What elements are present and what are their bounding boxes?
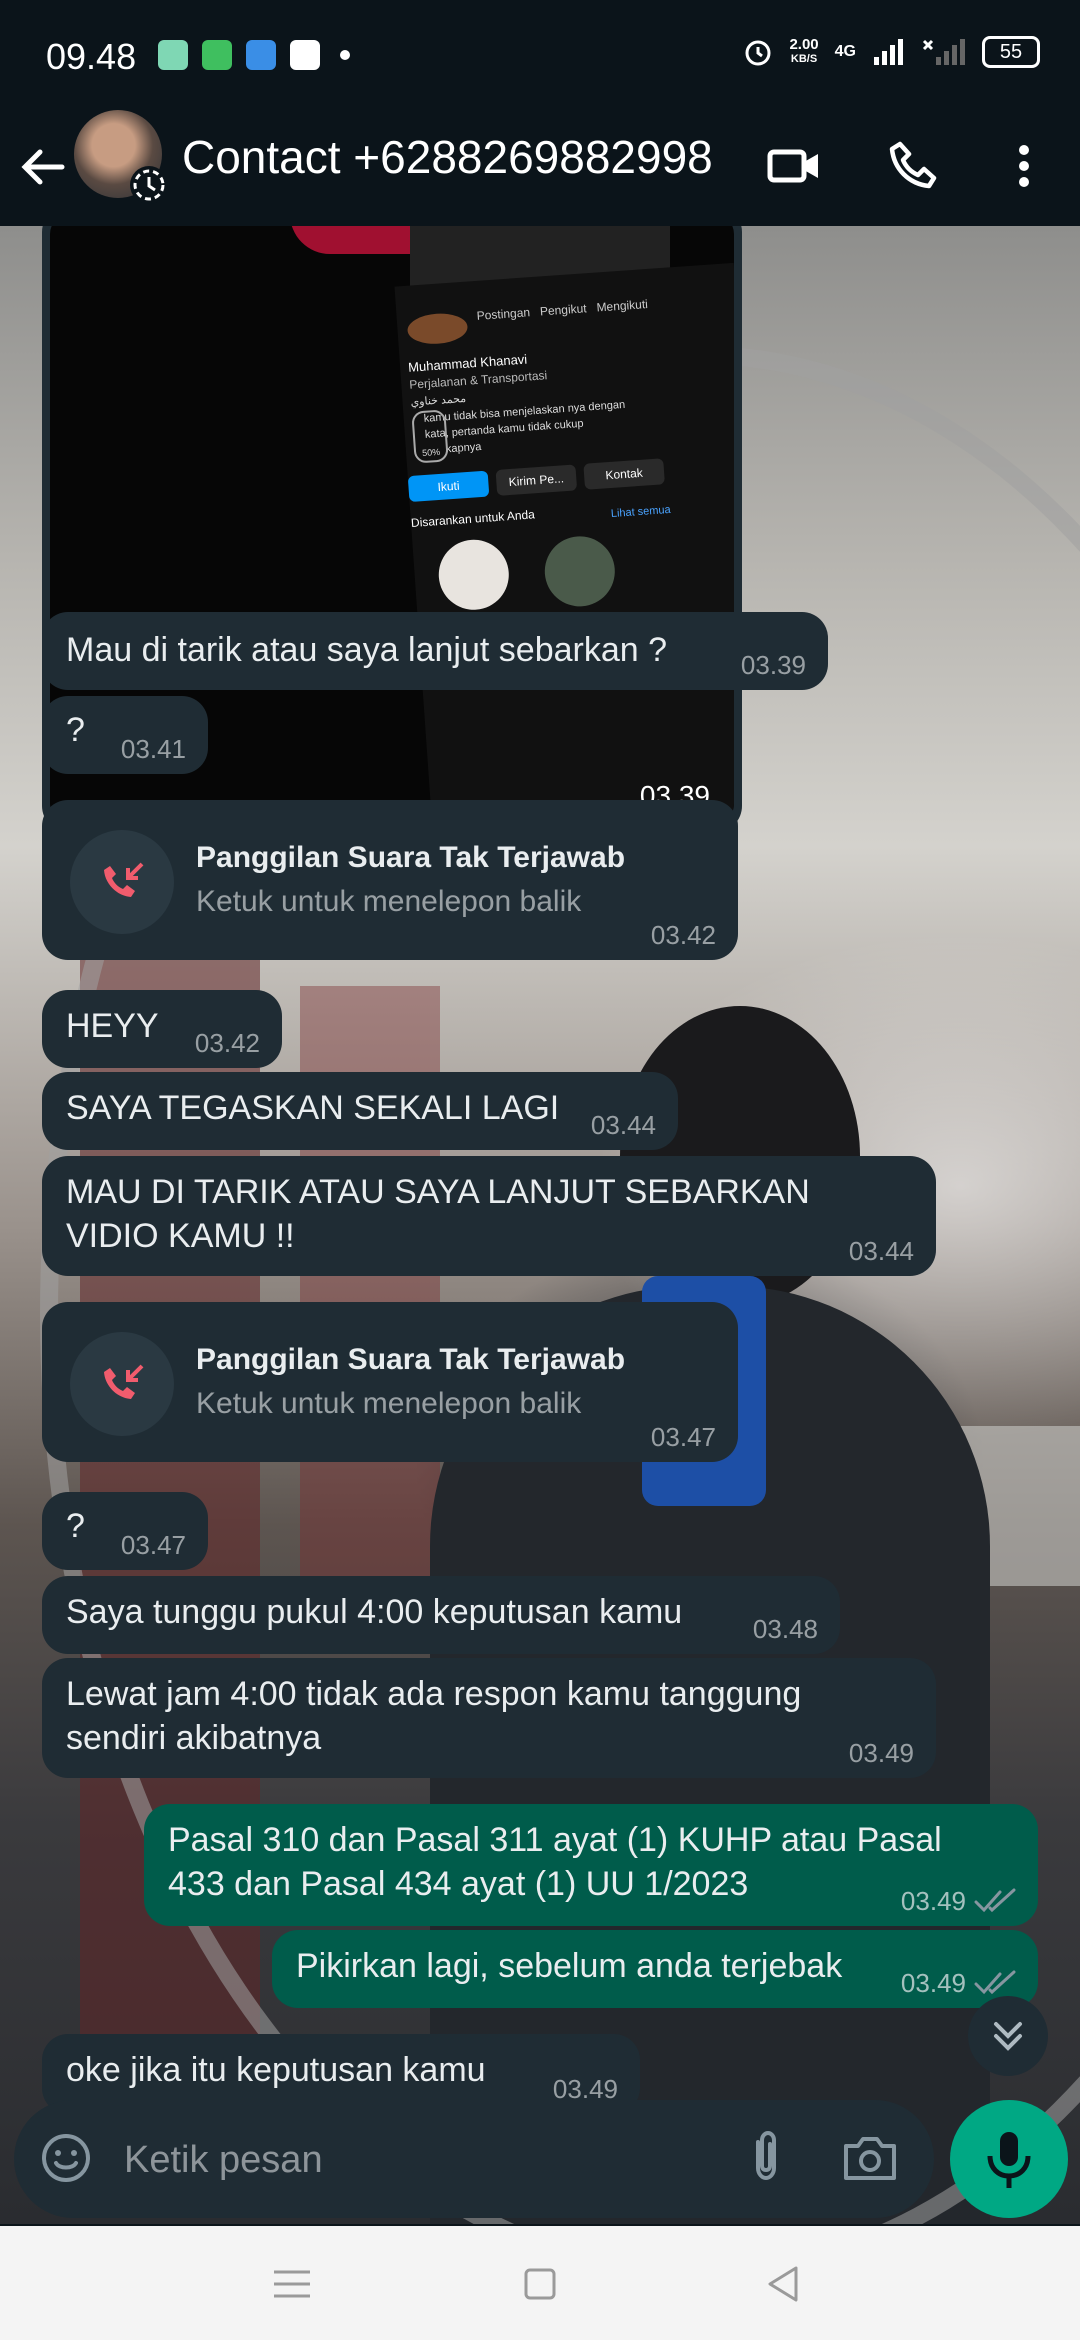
read-ticks-icon: [974, 1888, 1016, 1913]
message-text: SAYA TEGASKAN SEKALI LAGI: [66, 1089, 560, 1127]
status-time: 09.48: [46, 36, 137, 77]
chat-header: Contact +6288269882998: [0, 110, 1080, 226]
message-outgoing[interactable]: Pikirkan lagi, sebelum anda terjebak 03.…: [272, 1930, 1038, 2008]
message-outgoing[interactable]: Pasal 310 dan Pasal 311 ayat (1) KUHP at…: [144, 1804, 1038, 1926]
download-app-notification-icon: [202, 40, 232, 70]
message-time: 03.44: [590, 1110, 656, 1140]
system-navigation-bar: [0, 2226, 1080, 2340]
alarm-icon: [745, 40, 771, 66]
message-text: oke jika itu keputusan kamu: [66, 2051, 486, 2089]
message-incoming[interactable]: Mau di tarik atau saya lanjut sebarkan ?…: [42, 612, 828, 690]
contact-title[interactable]: Contact +6288269882998: [182, 130, 713, 184]
status-right-group: 2.00 KB/S 4G 55: [743, 36, 1040, 68]
missed-call-title: Panggilan Suara Tak Terjawab: [196, 1343, 626, 1376]
screenshot-contact-button: Kontak: [583, 458, 665, 490]
chevron-double-down-icon: [994, 2022, 1022, 2051]
more-notifications-dot-icon: [340, 50, 350, 60]
status-ring-icon: [130, 166, 168, 204]
screenshot-stats: Postingan Pengikut Mengikuti: [476, 297, 648, 323]
missed-call-message[interactable]: Panggilan Suara Tak Terjawab Ketuk untuk…: [42, 800, 738, 960]
screenshot-stat-following: Mengikuti: [596, 296, 649, 315]
network-speed-value: 2.00: [789, 36, 819, 53]
message-time: 03.49: [848, 1738, 914, 1768]
video-call-icon[interactable]: [764, 136, 824, 196]
screenshot-progress: 50%: [411, 409, 449, 464]
message-input[interactable]: [122, 2130, 686, 2190]
recents-menu-icon[interactable]: [270, 2262, 314, 2306]
camera-icon[interactable]: [840, 2130, 900, 2186]
message-text: Mau di tarik atau saya lanjut sebarkan ?: [66, 631, 668, 669]
emoji-icon[interactable]: [38, 2130, 94, 2186]
message-text: Lewat jam 4:00 tidak ada respon kamu tan…: [66, 1675, 802, 1757]
signal-sim2-icon: [922, 39, 965, 65]
message-incoming[interactable]: MAU DI TARIK ATAU SAYA LANJUT SEBARKAN V…: [42, 1156, 936, 1276]
message-time: 03.39: [740, 650, 806, 680]
signal-icon: [874, 39, 903, 65]
message-time: 03.48: [752, 1614, 818, 1644]
microphone-button[interactable]: [950, 2100, 1068, 2218]
phone-icon[interactable]: [884, 136, 944, 196]
battery-indicator: 55: [982, 36, 1040, 68]
screenshot-profile-name-local: محمد خناوي: [410, 392, 467, 409]
back-triangle-icon[interactable]: [762, 2262, 806, 2306]
missed-call-message[interactable]: Panggilan Suara Tak Terjawab Ketuk untuk…: [42, 1302, 738, 1462]
screenshot-stat-posts: Postingan: [476, 305, 531, 323]
screenshot-suggested: Disarankan untuk Anda: [410, 507, 536, 530]
message-time: 03.49: [900, 1886, 966, 1916]
network-speed: 2.00 KB/S: [789, 37, 818, 67]
home-icon[interactable]: [518, 2262, 562, 2306]
screenshot-suggestion-avatar-2: [542, 533, 618, 609]
microphone-icon: [987, 2132, 1031, 2188]
message-text: Pasal 310 dan Pasal 311 ayat (1) KUHP at…: [168, 1821, 942, 1903]
message-incoming[interactable]: SAYA TEGASKAN SEKALI LAGI 03.44: [42, 1072, 678, 1150]
screenshot-suggestion-avatar-1: [436, 537, 512, 613]
message-incoming[interactable]: HEYY 03.42: [42, 990, 282, 1068]
arrow-left-icon[interactable]: [18, 142, 68, 192]
missed-call-subtitle: Ketuk untuk menelepon balik: [196, 885, 582, 918]
message-time: 03.49: [900, 1968, 966, 1998]
screenshot-stat-followers: Pengikut: [539, 301, 588, 319]
message-incoming[interactable]: Lewat jam 4:00 tidak ada respon kamu tan…: [42, 1658, 936, 1778]
missed-call-title: Panggilan Suara Tak Terjawab: [196, 841, 626, 874]
missed-call-icon: [70, 1332, 174, 1436]
screenshot-phone-screen: Postingan Pengikut Mengikuti Muhammad Kh…: [394, 262, 734, 824]
message-text: MAU DI TARIK ATAU SAYA LANJUT SEBARKAN V…: [66, 1173, 810, 1255]
read-ticks-icon: [974, 1970, 1016, 1995]
paperclip-icon[interactable]: [736, 2128, 796, 2188]
screenshot-follow-button: Ikuti: [407, 470, 490, 503]
message-time: 03.42: [650, 920, 716, 950]
browser-app-notification-icon: [246, 40, 276, 70]
message-text: Saya tunggu pukul 4:00 keputusan kamu: [66, 1593, 683, 1631]
status-bar: 09.48 2.00 KB/S 4G 55: [0, 0, 1080, 110]
screenshot-message-button: Kirim Pe...: [495, 464, 578, 496]
message-time: 03.47: [120, 1530, 186, 1560]
notification-icons: [158, 40, 350, 70]
screenshot-avatar: [406, 311, 469, 346]
screenshot-see-all: Lihat semua: [610, 503, 672, 521]
message-incoming[interactable]: ? 03.47: [42, 1492, 208, 1570]
message-time: 03.42: [194, 1028, 260, 1058]
message-incoming[interactable]: ? 03.41: [42, 696, 208, 774]
more-vertical-icon[interactable]: [994, 136, 1054, 196]
message-incoming[interactable]: Saya tunggu pukul 4:00 keputusan kamu 03…: [42, 1576, 840, 1654]
photo-app-notification-icon: [290, 40, 320, 70]
scroll-to-bottom-button[interactable]: [968, 1996, 1048, 2076]
chat-area[interactable]: Postingan Pengikut Mengikuti Muhammad Kh…: [0, 226, 1080, 2224]
message-time: 03.41: [120, 734, 186, 764]
missed-call-subtitle: Ketuk untuk menelepon balik: [196, 1387, 582, 1420]
message-time: 03.49: [552, 2074, 618, 2104]
message-time: 03.47: [650, 1422, 716, 1452]
message-input-pill[interactable]: [14, 2100, 934, 2218]
screenshot-bio-line-3: kapnya: [445, 440, 482, 456]
network-type: 4G: [834, 43, 856, 60]
message-app-notification-icon: [158, 40, 188, 70]
missed-call-icon: [70, 830, 174, 934]
message-time: 03.44: [848, 1236, 914, 1266]
network-speed-unit: KB/S: [790, 53, 818, 65]
